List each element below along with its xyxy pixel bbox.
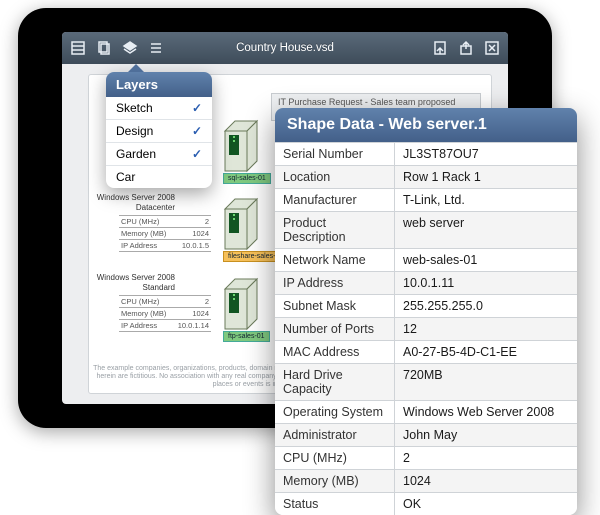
layer-label: Car: [116, 170, 135, 184]
shape-data-value: 12: [395, 318, 577, 340]
shape-data-key: Operating System: [275, 401, 395, 423]
shape-data-key: Administrator: [275, 424, 395, 446]
layer-item-design[interactable]: Design ✓: [106, 120, 212, 143]
list-icon[interactable]: [146, 38, 166, 58]
layers-icon[interactable]: [120, 38, 140, 58]
server-icon[interactable]: [219, 115, 267, 175]
pdf-icon[interactable]: [430, 38, 450, 58]
check-icon: ✓: [192, 124, 202, 138]
shape-data-panel: Shape Data - Web server.1 Serial NumberJ…: [275, 108, 577, 515]
shape-data-key: Subnet Mask: [275, 295, 395, 317]
server-icon[interactable]: [219, 193, 267, 253]
shape-data-key: CPU (MHz): [275, 447, 395, 469]
shape-data-value: Windows Web Server 2008: [395, 401, 577, 423]
shape-data-value: A0-27-B5-4D-C1-EE: [395, 341, 577, 363]
shape-data-row: Network Nameweb-sales-01: [275, 248, 577, 271]
server-specs: CPU (MHz)2Memory (MB)1024IP Address10.0.…: [119, 215, 211, 252]
layers-popover: Layers Sketch ✓ Design ✓ Garden ✓ Car: [106, 72, 212, 188]
shape-data-row: Serial NumberJL3ST87OU7: [275, 142, 577, 165]
shape-data-row: Hard Drive Capacity720MB: [275, 363, 577, 400]
shape-data-row: Operating SystemWindows Web Server 2008: [275, 400, 577, 423]
server-tag: sql-sales-01: [223, 173, 271, 184]
shape-data-key: Hard Drive Capacity: [275, 364, 395, 400]
layer-item-sketch[interactable]: Sketch ✓: [106, 97, 212, 120]
shape-data-key: Location: [275, 166, 395, 188]
server-label: Windows Server 2008 Standard: [89, 273, 175, 293]
shape-data-row: Memory (MB)1024: [275, 469, 577, 492]
shape-data-row: ManufacturerT-Link, Ltd.: [275, 188, 577, 211]
pages-icon[interactable]: [94, 38, 114, 58]
shape-data-row: Product Descriptionweb server: [275, 211, 577, 248]
shape-data-value: 2: [395, 447, 577, 469]
layer-label: Garden: [116, 147, 156, 161]
shape-data-key: Number of Ports: [275, 318, 395, 340]
shape-data-row: AdministratorJohn May: [275, 423, 577, 446]
shape-data-value: Row 1 Rack 1: [395, 166, 577, 188]
shape-data-title: Shape Data - Web server.1: [275, 108, 577, 142]
toolbar: Country House.vsd: [62, 32, 508, 64]
layers-list: Sketch ✓ Design ✓ Garden ✓ Car: [106, 97, 212, 188]
layer-label: Sketch: [116, 101, 153, 115]
server-label: Windows Server 2008 Datacenter: [89, 193, 175, 213]
shape-data-value: web server: [395, 212, 577, 248]
document-title: Country House.vsd: [236, 32, 334, 64]
shape-data-row: LocationRow 1 Rack 1: [275, 165, 577, 188]
layer-item-car[interactable]: Car: [106, 166, 212, 188]
layer-item-garden[interactable]: Garden ✓: [106, 143, 212, 166]
shape-data-value: T-Link, Ltd.: [395, 189, 577, 211]
share-icon[interactable]: [456, 38, 476, 58]
shape-data-value: JL3ST87OU7: [395, 143, 577, 165]
shape-data-value: 1024: [395, 470, 577, 492]
shape-data-value: OK: [395, 493, 577, 515]
shape-data-key: Network Name: [275, 249, 395, 271]
shape-data-row: Number of Ports12: [275, 317, 577, 340]
view-outline-icon[interactable]: [68, 38, 88, 58]
close-icon[interactable]: [482, 38, 502, 58]
shape-data-value: 255.255.255.0: [395, 295, 577, 317]
layers-title: Layers: [106, 72, 212, 97]
shape-data-key: MAC Address: [275, 341, 395, 363]
shape-data-key: Manufacturer: [275, 189, 395, 211]
shape-data-value: 10.0.1.11: [395, 272, 577, 294]
server-icon[interactable]: [219, 273, 267, 333]
server-specs: CPU (MHz)2Memory (MB)1024IP Address10.0.…: [119, 295, 211, 332]
shape-data-key: IP Address: [275, 272, 395, 294]
shape-data-row: StatusOK: [275, 492, 577, 515]
layer-label: Design: [116, 124, 153, 138]
check-icon: ✓: [192, 101, 202, 115]
check-icon: ✓: [192, 147, 202, 161]
shape-data-row: IP Address10.0.1.11: [275, 271, 577, 294]
shape-data-row: CPU (MHz)2: [275, 446, 577, 469]
shape-data-key: Status: [275, 493, 395, 515]
shape-data-value: John May: [395, 424, 577, 446]
shape-data-row: MAC AddressA0-27-B5-4D-C1-EE: [275, 340, 577, 363]
server-tag: ftp-sales-01: [223, 331, 270, 342]
shape-data-key: Serial Number: [275, 143, 395, 165]
shape-data-key: Product Description: [275, 212, 395, 248]
shape-data-row: Subnet Mask255.255.255.0: [275, 294, 577, 317]
shape-data-value: web-sales-01: [395, 249, 577, 271]
shape-data-key: Memory (MB): [275, 470, 395, 492]
shape-data-value: 720MB: [395, 364, 577, 400]
